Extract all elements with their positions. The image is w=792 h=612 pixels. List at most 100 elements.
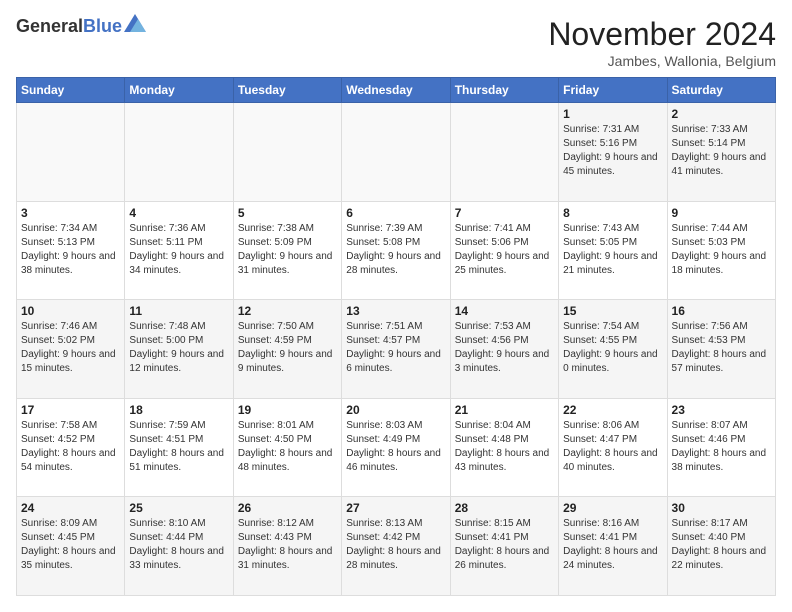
day-info: Sunrise: 7:36 AM Sunset: 5:11 PM Dayligh…	[129, 222, 228, 278]
day-number: 12	[238, 304, 337, 318]
calendar-week-2: 3Sunrise: 7:34 AM Sunset: 5:13 PM Daylig…	[17, 201, 776, 300]
calendar-week-3: 10 Sunrise: 7:46 AM Sunset: 5:02 PM Dayli…	[17, 300, 776, 399]
day-info: Sunrise: 8:03 AM Sunset: 4:49 PM Dayligh…	[346, 419, 445, 475]
day-number: 20	[346, 403, 445, 417]
location: Jambes, Wallonia, Belgium	[548, 53, 776, 69]
calendar-cell: 20 Sunrise: 8:03 AM Sunset: 4:49 PM Dayli…	[342, 398, 450, 497]
day-info: Sunrise: 7:31 AM Sunset: 5:16 PM Dayligh…	[563, 123, 662, 179]
calendar-cell: 21Sunrise: 8:04 AM Sunset: 4:48 PM Dayli…	[450, 398, 558, 497]
header: GeneralBlue November 2024 Jambes, Wallon…	[16, 16, 776, 69]
day-number: 7	[455, 206, 554, 220]
day-number: 14	[455, 304, 554, 318]
day-number: 25	[129, 501, 228, 515]
calendar-week-4: 17 Sunrise: 7:58 AM Sunset: 4:52 PM Dayli…	[17, 398, 776, 497]
calendar-table: Sunday Monday Tuesday Wednesday Thursday…	[16, 77, 776, 596]
day-number: 10	[21, 304, 120, 318]
calendar-cell: 27Sunrise: 8:13 AM Sunset: 4:42 PM Dayli…	[342, 497, 450, 596]
day-info: Sunrise: 7:54 AM Sunset: 4:55 PM Dayligh…	[563, 320, 662, 376]
day-info: Sunrise: 8:06 AM Sunset: 4:47 PM Dayligh…	[563, 419, 662, 475]
day-number: 27	[346, 501, 445, 515]
calendar-cell: 5 Sunrise: 7:38 AM Sunset: 5:09 PM Daylig…	[233, 201, 341, 300]
calendar-cell: 25Sunrise: 8:10 AM Sunset: 4:44 PM Dayli…	[125, 497, 233, 596]
day-number: 8	[563, 206, 662, 220]
calendar-cell: 8 Sunrise: 7:43 AM Sunset: 5:05 PM Daylig…	[559, 201, 667, 300]
calendar-cell: 11 Sunrise: 7:48 AM Sunset: 5:00 PM Dayli…	[125, 300, 233, 399]
day-info: Sunrise: 7:41 AM Sunset: 5:06 PM Dayligh…	[455, 222, 554, 278]
day-info: Sunrise: 7:48 AM Sunset: 5:00 PM Dayligh…	[129, 320, 228, 376]
day-number: 11	[129, 304, 228, 318]
day-info: Sunrise: 7:38 AM Sunset: 5:09 PM Dayligh…	[238, 222, 337, 278]
day-info: Sunrise: 7:44 AM Sunset: 5:03 PM Dayligh…	[672, 222, 771, 278]
day-number: 2	[672, 107, 771, 121]
day-info: Sunrise: 7:53 AM Sunset: 4:56 PM Dayligh…	[455, 320, 554, 376]
logo-text: GeneralBlue	[16, 16, 146, 37]
day-number: 13	[346, 304, 445, 318]
col-monday: Monday	[125, 78, 233, 103]
calendar-cell: 12Sunrise: 7:50 AM Sunset: 4:59 PM Dayli…	[233, 300, 341, 399]
day-info: Sunrise: 7:56 AM Sunset: 4:53 PM Dayligh…	[672, 320, 771, 376]
calendar-cell: 17 Sunrise: 7:58 AM Sunset: 4:52 PM Dayli…	[17, 398, 125, 497]
calendar-cell	[125, 103, 233, 202]
page: GeneralBlue November 2024 Jambes, Wallon…	[0, 0, 792, 612]
day-info: Sunrise: 8:15 AM Sunset: 4:41 PM Dayligh…	[455, 517, 554, 573]
day-number: 23	[672, 403, 771, 417]
day-info: Sunrise: 7:43 AM Sunset: 5:05 PM Dayligh…	[563, 222, 662, 278]
calendar-cell	[342, 103, 450, 202]
calendar-week-5: 24Sunrise: 8:09 AM Sunset: 4:45 PM Dayli…	[17, 497, 776, 596]
col-saturday: Saturday	[667, 78, 775, 103]
calendar-cell	[450, 103, 558, 202]
day-number: 22	[563, 403, 662, 417]
col-thursday: Thursday	[450, 78, 558, 103]
calendar-cell: 9 Sunrise: 7:44 AM Sunset: 5:03 PM Daylig…	[667, 201, 775, 300]
calendar-cell: 6 Sunrise: 7:39 AM Sunset: 5:08 PM Daylig…	[342, 201, 450, 300]
logo: GeneralBlue	[16, 16, 146, 37]
day-info: Sunrise: 7:58 AM Sunset: 4:52 PM Dayligh…	[21, 419, 120, 475]
calendar-cell: 30 Sunrise: 8:17 AM Sunset: 4:40 PM Dayli…	[667, 497, 775, 596]
col-sunday: Sunday	[17, 78, 125, 103]
calendar-cell: 13 Sunrise: 7:51 AM Sunset: 4:57 PM Dayli…	[342, 300, 450, 399]
day-number: 9	[672, 206, 771, 220]
day-number: 3	[21, 206, 120, 220]
day-number: 1	[563, 107, 662, 121]
day-info: Sunrise: 8:12 AM Sunset: 4:43 PM Dayligh…	[238, 517, 337, 573]
calendar-cell: 2 Sunrise: 7:33 AM Sunset: 5:14 PM Daylig…	[667, 103, 775, 202]
day-info: Sunrise: 7:51 AM Sunset: 4:57 PM Dayligh…	[346, 320, 445, 376]
calendar-cell: 28 Sunrise: 8:15 AM Sunset: 4:41 PM Dayli…	[450, 497, 558, 596]
calendar-cell: 24Sunrise: 8:09 AM Sunset: 4:45 PM Dayli…	[17, 497, 125, 596]
day-info: Sunrise: 7:59 AM Sunset: 4:51 PM Dayligh…	[129, 419, 228, 475]
day-number: 17	[21, 403, 120, 417]
day-info: Sunrise: 7:39 AM Sunset: 5:08 PM Dayligh…	[346, 222, 445, 278]
calendar-cell	[17, 103, 125, 202]
day-number: 30	[672, 501, 771, 515]
day-number: 24	[21, 501, 120, 515]
day-number: 19	[238, 403, 337, 417]
calendar-cell: 23Sunrise: 8:07 AM Sunset: 4:46 PM Dayli…	[667, 398, 775, 497]
calendar-cell: 15 Sunrise: 7:54 AM Sunset: 4:55 PM Dayli…	[559, 300, 667, 399]
calendar-cell: 18 Sunrise: 7:59 AM Sunset: 4:51 PM Dayli…	[125, 398, 233, 497]
calendar-cell: 3Sunrise: 7:34 AM Sunset: 5:13 PM Daylig…	[17, 201, 125, 300]
calendar-cell: 29Sunrise: 8:16 AM Sunset: 4:41 PM Dayli…	[559, 497, 667, 596]
calendar-cell: 16Sunrise: 7:56 AM Sunset: 4:53 PM Dayli…	[667, 300, 775, 399]
calendar-header-row: Sunday Monday Tuesday Wednesday Thursday…	[17, 78, 776, 103]
day-number: 28	[455, 501, 554, 515]
day-info: Sunrise: 7:33 AM Sunset: 5:14 PM Dayligh…	[672, 123, 771, 179]
calendar-cell: 7 Sunrise: 7:41 AM Sunset: 5:06 PM Daylig…	[450, 201, 558, 300]
day-info: Sunrise: 8:17 AM Sunset: 4:40 PM Dayligh…	[672, 517, 771, 573]
logo-icon	[124, 14, 146, 37]
day-info: Sunrise: 8:01 AM Sunset: 4:50 PM Dayligh…	[238, 419, 337, 475]
day-number: 15	[563, 304, 662, 318]
day-number: 18	[129, 403, 228, 417]
calendar-week-1: 1 Sunrise: 7:31 AM Sunset: 5:16 PM Daylig…	[17, 103, 776, 202]
title-section: November 2024 Jambes, Wallonia, Belgium	[548, 16, 776, 69]
day-number: 29	[563, 501, 662, 515]
calendar-cell: 14 Sunrise: 7:53 AM Sunset: 4:56 PM Dayli…	[450, 300, 558, 399]
day-number: 4	[129, 206, 228, 220]
day-info: Sunrise: 7:46 AM Sunset: 5:02 PM Dayligh…	[21, 320, 120, 376]
day-number: 5	[238, 206, 337, 220]
calendar-cell	[233, 103, 341, 202]
col-wednesday: Wednesday	[342, 78, 450, 103]
month-title: November 2024	[548, 16, 776, 53]
day-number: 6	[346, 206, 445, 220]
col-tuesday: Tuesday	[233, 78, 341, 103]
calendar-cell: 4 Sunrise: 7:36 AM Sunset: 5:11 PM Daylig…	[125, 201, 233, 300]
